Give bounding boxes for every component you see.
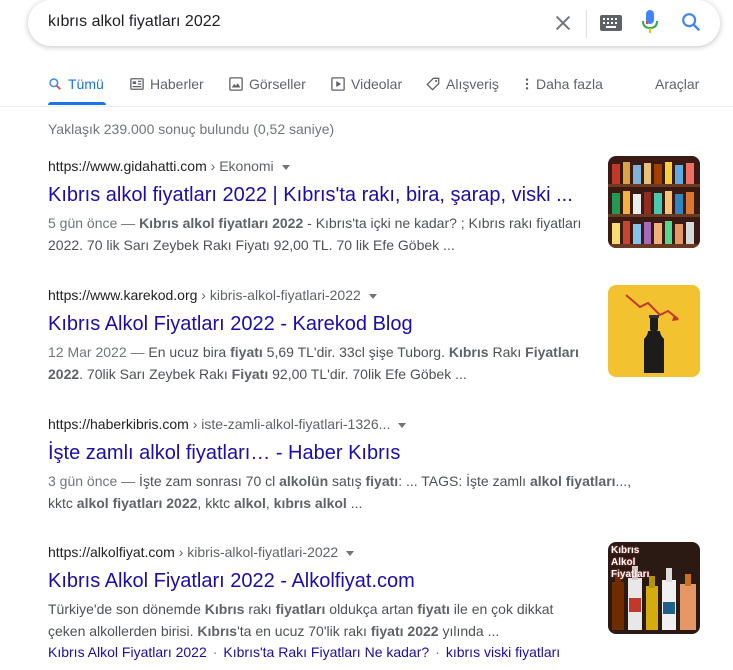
tab-news[interactable]: Haberler: [130, 76, 204, 92]
image-icon: [229, 77, 243, 91]
sitelink[interactable]: kıbrıs viski fiyatları: [446, 644, 560, 660]
beer-bottle-image: [608, 285, 700, 377]
sitelink-separator: ·: [212, 644, 218, 660]
result-path: › kibris-alkol-fiyatlari-2022: [197, 287, 361, 303]
tab-shopping[interactable]: Alışveriş: [426, 76, 499, 92]
result-domain: https://haberkibris.com: [48, 416, 189, 432]
search-result: https://alkolfiyat.com › kibris-alkol-fi…: [48, 542, 708, 660]
tab-label: Haberler: [150, 76, 204, 92]
result-snippet: 5 gün önce — Kıbrıs alkol fiyatları 2022…: [48, 215, 582, 253]
chevron-down-icon[interactable]: [281, 164, 290, 170]
search-divider: [586, 10, 587, 38]
tab-label: Alışveriş: [446, 76, 499, 92]
tab-label: Görseller: [249, 76, 306, 92]
search-result: https://www.karekod.org › kibris-alkol-f…: [48, 285, 708, 385]
result-title[interactable]: İşte zamlı alkol fiyatları… - Haber Kıbr…: [48, 440, 708, 466]
result-path: › Ekonomi: [206, 158, 274, 174]
result-thumbnail[interactable]: Kıbrıs Alkol Fiyatları: [608, 542, 700, 634]
result-snippet: 12 Mar 2022 — En ucuz bira fiyatı 5,69 T…: [48, 344, 579, 382]
result-path: › iste-zamli-alkol-fiyatlari-1326...: [188, 416, 391, 432]
result-snippet: 3 gün önce — İşte zam sonrası 70 cl alko…: [48, 473, 632, 511]
search-bar[interactable]: kıbrıs alkol fiyatları 2022: [28, 0, 720, 46]
chevron-down-icon[interactable]: [346, 550, 355, 556]
more-vert-icon: [525, 78, 529, 90]
microphone-icon[interactable]: [642, 10, 658, 34]
active-tab-indicator: [48, 102, 106, 105]
result-domain: https://www.karekod.org: [48, 287, 198, 303]
tab-more[interactable]: Daha fazla: [524, 76, 603, 92]
sitelink[interactable]: Kıbrıs'ta Rakı Fiyatları Ne kadar?: [223, 644, 429, 660]
search-icon[interactable]: [680, 11, 702, 33]
sitelinks: Kıbrıs Alkol Fiyatları 2022 · Kıbrıs'ta Ra…: [48, 644, 708, 660]
result-path: › kibris-alkol-fiyatlari-2022: [174, 544, 339, 560]
video-icon: [331, 77, 345, 91]
sitelink[interactable]: Kıbrıs Alkol Fiyatları 2022: [48, 644, 207, 660]
tab-label: Tümü: [68, 76, 104, 92]
result-url[interactable]: https://haberkibris.com › iste-zamli-alk…: [48, 414, 708, 434]
result-domain: https://www.gidahatti.com: [48, 158, 207, 174]
search-icon: [49, 78, 61, 90]
keyboard-icon[interactable]: [600, 15, 622, 31]
search-result: https://www.gidahatti.com › Ekonomi Kıbr…: [48, 156, 708, 256]
tag-icon: [426, 77, 440, 91]
thumbnail-caption: Kıbrıs Alkol Fiyatları: [611, 545, 650, 580]
tab-label: Daha fazla: [536, 76, 603, 92]
tab-videos[interactable]: Videolar: [331, 76, 402, 92]
search-result: https://haberkibris.com › iste-zamli-alk…: [48, 414, 708, 514]
result-snippet: Türkiye'de son dönemde Kıbrıs rakı fiyat…: [48, 601, 554, 639]
result-thumbnail[interactable]: [608, 285, 700, 377]
result-thumbnail[interactable]: [608, 156, 700, 248]
tools-button[interactable]: Araçlar: [655, 76, 699, 92]
tab-all[interactable]: Tümü: [48, 76, 104, 92]
sitelink-separator: ·: [435, 644, 440, 660]
search-tabs: Tümü Haberler Görseller Videolar Alışver…: [0, 68, 733, 107]
result-stats: Yaklaşık 239.000 sonuç bulundu (0,52 san…: [48, 121, 335, 137]
chevron-down-icon[interactable]: [398, 422, 407, 428]
clear-icon[interactable]: [552, 12, 574, 34]
tab-label: Videolar: [351, 76, 403, 92]
search-input[interactable]: kıbrıs alkol fiyatları 2022: [48, 13, 221, 31]
chevron-down-icon[interactable]: [368, 293, 377, 299]
newspaper-icon: [130, 78, 144, 90]
liquor-shelf-image: [608, 156, 700, 248]
result-domain: https://alkolfiyat.com: [48, 544, 175, 560]
tab-images[interactable]: Görseller: [229, 76, 306, 92]
